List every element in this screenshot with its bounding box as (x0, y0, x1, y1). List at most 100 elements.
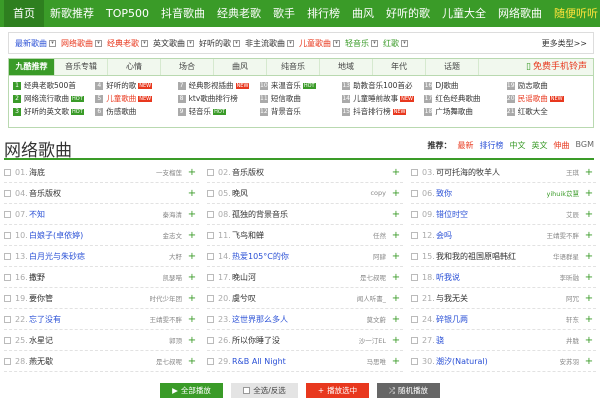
song-artist[interactable]: 轩东 (566, 314, 579, 324)
play-all-button[interactable]: ▶ 全部播放 (160, 383, 223, 398)
song-checkbox[interactable] (4, 315, 11, 323)
song-artist[interactable]: copy (370, 189, 386, 197)
song-row[interactable]: 03. 可可托海的牧羊人 王琪 + (411, 162, 596, 183)
recommend-item[interactable]: 3 好听的英文歌 HOT (13, 105, 95, 118)
song-row[interactable]: 28. 燕无歇 是七叔呢 + (4, 351, 199, 372)
expand-icon[interactable]: ▾ (49, 39, 56, 47)
song-artist[interactable]: 李昕融 (560, 272, 580, 282)
song-row[interactable]: 14. 热爱105°C的你 阿肆 + (207, 246, 403, 267)
add-icon[interactable]: + (185, 209, 199, 220)
recommend-item[interactable]: 6 伤感歌曲 (95, 105, 177, 118)
song-title[interactable]: 潮汐(Natural) (436, 356, 557, 367)
tab-3[interactable]: 场合 (161, 59, 214, 75)
recommend-item[interactable]: 4 好听的歌 NEW (95, 79, 177, 92)
song-row[interactable]: 11. 飞鸟和蝉 任然 + (207, 225, 403, 246)
song-checkbox[interactable] (4, 210, 11, 218)
tab-1[interactable]: 音乐专辑 (55, 59, 108, 75)
song-artist[interactable]: 安苏羽 (560, 356, 580, 366)
recommend-item[interactable]: 10 来温音乐 HOT (259, 79, 342, 92)
song-checkbox[interactable] (207, 252, 214, 260)
add-icon[interactable]: + (389, 188, 403, 199)
song-artist[interactable]: 王琪 (566, 167, 579, 177)
song-artist[interactable]: 一支榴莲 (156, 167, 182, 177)
song-title[interactable]: 碎银几两 (436, 314, 563, 325)
recommend-item[interactable]: 20 民谣歌曲 NEW (506, 92, 589, 105)
expand-icon[interactable]: ▾ (401, 39, 408, 47)
tab-4[interactable]: 曲风 (214, 59, 267, 75)
song-title[interactable]: 与我无关 (436, 293, 563, 304)
recommend-item[interactable]: 16 DJ歌曲 (424, 79, 506, 92)
song-checkbox[interactable] (411, 357, 418, 365)
song-title[interactable]: 要你管 (29, 293, 147, 304)
recommend-link[interactable]: 英文 (532, 140, 548, 151)
add-icon[interactable]: + (185, 314, 199, 325)
add-icon[interactable]: + (582, 335, 596, 346)
add-icon[interactable]: + (185, 293, 199, 304)
recommend-item[interactable]: 2 网络流行歌曲 HOT (13, 92, 95, 105)
add-icon[interactable]: + (185, 167, 199, 178)
song-row[interactable]: 10. 白娘子(卓依婷) 金志文 + (4, 225, 199, 246)
song-title[interactable]: 所以你睡了没 (232, 335, 356, 346)
song-row[interactable]: 01. 海底 一支榴莲 + (4, 162, 199, 183)
recommend-item[interactable]: 11 短信歌曲 (259, 92, 342, 105)
song-title[interactable]: 骁 (436, 335, 563, 346)
recommend-item[interactable]: 13 助教音乐100首必 (342, 79, 424, 92)
song-checkbox[interactable] (411, 273, 418, 281)
song-title[interactable]: 可可托海的牧羊人 (436, 167, 563, 178)
song-artist[interactable]: 是七叔呢 (156, 356, 182, 366)
category-link[interactable]: 经典老歌 ▾ (107, 38, 148, 49)
song-artist[interactable]: 阿肆 (373, 251, 386, 261)
song-row[interactable]: 16. 撒野 凯瑟喵 + (4, 267, 199, 288)
song-row[interactable]: 13. 白月光与朱砂痣 大籽 + (4, 246, 199, 267)
song-checkbox[interactable] (411, 231, 418, 239)
song-row[interactable]: 17. 晚山河 是七叔呢 + (207, 267, 403, 288)
add-icon[interactable]: + (582, 209, 596, 220)
song-title[interactable]: 热爱105°C的你 (232, 251, 370, 262)
nav-tab[interactable]: 经典老歌 (211, 0, 267, 27)
song-checkbox[interactable] (207, 273, 214, 281)
nav-tab[interactable]: 儿童大全 (436, 0, 492, 27)
song-checkbox[interactable] (411, 336, 418, 344)
song-title[interactable]: R&B All Night (232, 357, 364, 366)
song-checkbox[interactable] (4, 336, 11, 344)
add-icon[interactable]: + (389, 251, 403, 262)
category-link[interactable]: 儿童歌曲 ▾ (299, 38, 340, 49)
song-row[interactable]: 24. 碎银几两 轩东 + (411, 309, 596, 330)
tab-7[interactable]: 年代 (373, 59, 426, 75)
song-artist[interactable]: 沙一汀EL (359, 335, 386, 345)
song-title[interactable]: 孤独的背景音乐 (232, 209, 383, 220)
add-icon[interactable]: + (389, 335, 403, 346)
song-title[interactable]: 飞鸟和蝉 (232, 230, 370, 241)
song-title[interactable]: 听我说 (436, 272, 557, 283)
add-icon[interactable]: + (582, 188, 596, 199)
song-checkbox[interactable] (4, 357, 11, 365)
nav-tab[interactable]: 好听的歌 (380, 0, 436, 27)
recommend-item[interactable]: 15 抖音排行榜 NEW (342, 105, 424, 118)
song-checkbox[interactable] (207, 294, 214, 302)
song-checkbox[interactable] (4, 252, 11, 260)
recommend-item[interactable]: 5 儿童歌曲 NEW (95, 92, 177, 105)
add-icon[interactable]: + (185, 188, 199, 199)
free-ringtone-link[interactable]: ▯ 免费手机铃声 (526, 59, 593, 75)
nav-tab[interactable]: TOP500 (100, 0, 155, 27)
add-icon[interactable]: + (389, 314, 403, 325)
song-checkbox[interactable] (207, 357, 214, 365)
song-row[interactable]: 07. 不知 秦海清 + (4, 204, 199, 225)
song-row[interactable]: 26. 所以你睡了没 沙一汀EL + (207, 330, 403, 351)
song-row[interactable]: 30. 潮汐(Natural) 安苏羽 + (411, 351, 596, 372)
song-artist[interactable]: 阿冗 (566, 293, 579, 303)
add-icon[interactable]: + (582, 167, 596, 178)
song-row[interactable]: 04. 音乐版权 + (4, 183, 199, 204)
song-checkbox[interactable] (207, 168, 214, 176)
add-icon[interactable]: + (185, 356, 199, 367)
recommend-item[interactable]: 19 励志歌曲 (506, 79, 589, 92)
song-checkbox[interactable] (411, 315, 418, 323)
song-artist[interactable]: 时代少年团 (150, 293, 183, 303)
song-artist[interactable]: 凯瑟喵 (163, 272, 183, 282)
add-icon[interactable]: + (582, 314, 596, 325)
song-row[interactable]: 27. 骁井胧 + (411, 330, 596, 351)
nav-tab[interactable]: 歌手 (267, 0, 301, 27)
song-title[interactable]: 晚风 (232, 188, 367, 199)
song-checkbox[interactable] (4, 294, 11, 302)
song-checkbox[interactable] (411, 168, 418, 176)
